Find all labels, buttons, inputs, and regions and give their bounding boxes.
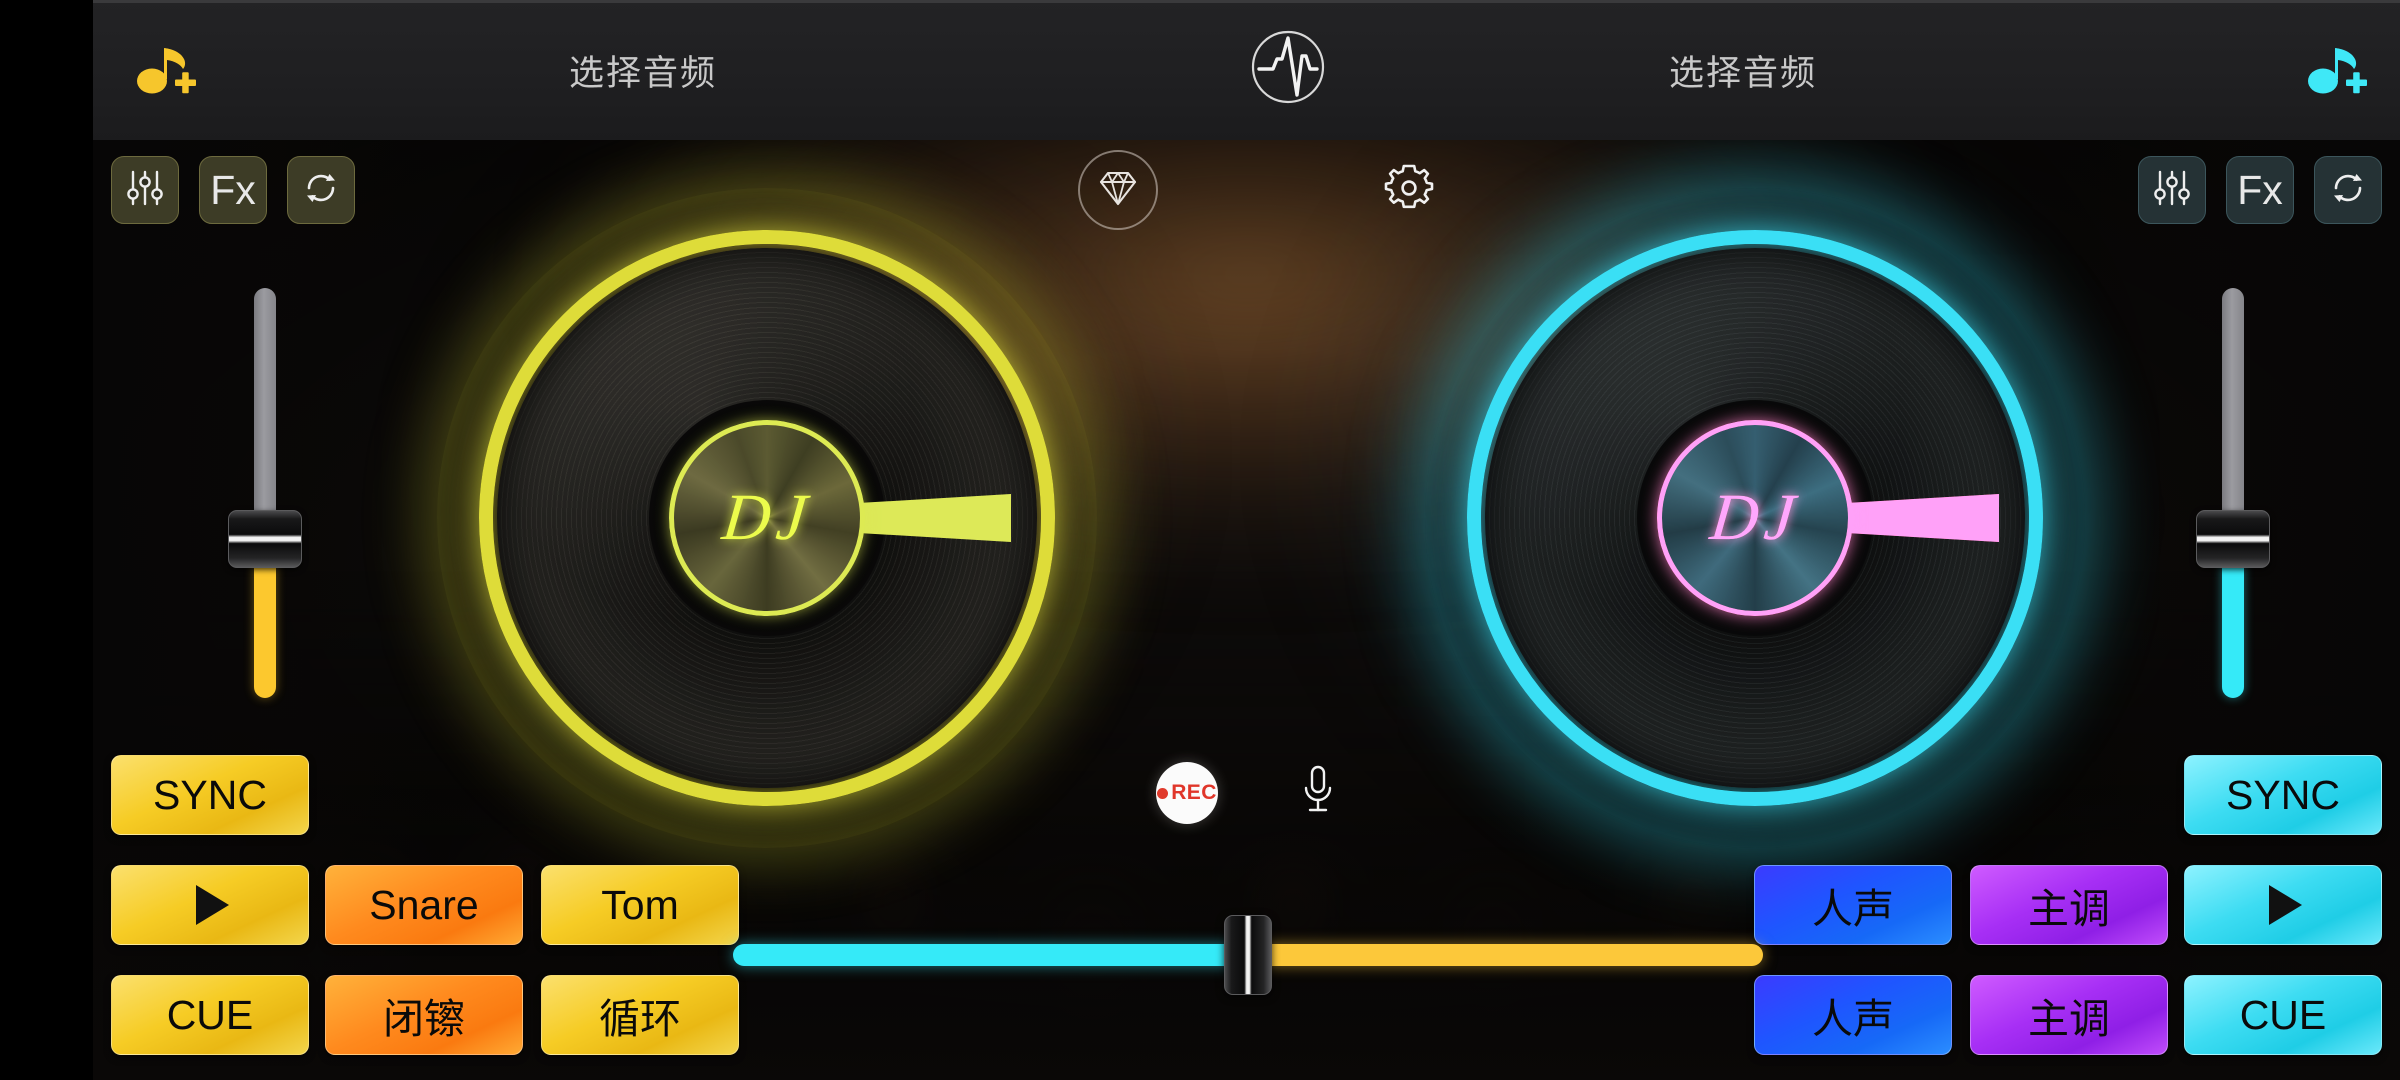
play-button-left[interactable] — [111, 865, 309, 945]
settings-button[interactable] — [1371, 152, 1447, 228]
key-pad-2[interactable]: 主调 — [1970, 975, 2168, 1055]
equalizer-sliders-icon — [124, 167, 166, 214]
toolbar-right: Fx — [2138, 156, 2382, 224]
vocal-pad-2[interactable]: 人声 — [1754, 975, 1952, 1055]
microphone-button[interactable] — [1288, 760, 1348, 826]
fader-handle[interactable] — [2196, 510, 2270, 568]
waveform-button[interactable] — [1244, 25, 1332, 113]
dj-mixer-app: 选择音频 选择音频 Fx Fx DJ DJ SYNC CUE Snare 闭镲 … — [0, 0, 2400, 1080]
eq-button-right[interactable] — [2138, 156, 2206, 224]
crossfader-track-left — [733, 944, 1248, 966]
vinyl-hub: DJ — [669, 420, 865, 616]
record-label: REC — [1171, 781, 1217, 804]
vinyl-hub-label: DJ — [718, 481, 816, 554]
record-button[interactable]: REC — [1156, 762, 1218, 824]
crossfader[interactable] — [733, 915, 1763, 995]
fx-label: Fx — [2237, 166, 2283, 213]
vinyl-hub: DJ — [1657, 420, 1853, 616]
equalizer-sliders-icon — [2151, 167, 2193, 214]
vinyl-record: DJ — [497, 248, 1037, 788]
gem-button[interactable] — [1078, 150, 1158, 230]
crossfader-handle[interactable] — [1224, 915, 1272, 995]
waveform-pulse-icon — [1244, 23, 1332, 116]
sync-button-left[interactable]: SYNC — [111, 755, 309, 835]
play-triangle-icon — [2269, 885, 2302, 925]
eq-button-left[interactable] — [111, 156, 179, 224]
diamond-gem-icon — [1095, 165, 1141, 216]
play-button-right[interactable] — [2184, 865, 2382, 945]
vocal-pad-1[interactable]: 人声 — [1754, 865, 1952, 945]
toolbar-left: Fx — [111, 156, 355, 224]
add-track-left-button[interactable] — [123, 28, 207, 112]
gear-settings-icon — [1379, 158, 1439, 223]
music-note-plus-icon — [2300, 32, 2372, 109]
app-stage: 选择音频 选择音频 Fx Fx DJ DJ SYNC CUE Snare 闭镲 … — [93, 0, 2400, 1080]
track-title-left[interactable]: 选择音频 — [473, 0, 813, 140]
fx-button-left[interactable]: Fx — [199, 156, 267, 224]
microphone-icon — [1295, 763, 1341, 824]
record-dot-icon — [1157, 787, 1169, 799]
top-bar: 选择音频 选择音频 — [93, 0, 2400, 140]
play-triangle-icon — [196, 885, 229, 925]
turntable-left[interactable]: DJ — [479, 230, 1055, 806]
add-track-right-button[interactable] — [2294, 28, 2378, 112]
loop-refresh-icon — [2327, 167, 2369, 214]
turntable-right[interactable]: DJ — [1467, 230, 2043, 806]
key-pad-1[interactable]: 主调 — [1970, 865, 2168, 945]
sync-button-right[interactable]: SYNC — [2184, 755, 2382, 835]
track-title-right[interactable]: 选择音频 — [1573, 0, 1913, 140]
fader-track-upper — [2222, 288, 2244, 538]
vinyl-hub-label: DJ — [1706, 481, 1804, 554]
fx-label: Fx — [210, 166, 256, 213]
loop-button-left[interactable] — [287, 156, 355, 224]
device-bezel-left — [0, 0, 93, 1080]
cue-button-left[interactable]: CUE — [111, 975, 309, 1055]
fx-button-right[interactable]: Fx — [2226, 156, 2294, 224]
fader-track-upper — [254, 288, 276, 538]
cue-button-right[interactable]: CUE — [2184, 975, 2382, 1055]
volume-fader-left[interactable] — [228, 288, 302, 698]
tom-pad[interactable]: Tom — [541, 865, 739, 945]
closed-hihat-pad[interactable]: 闭镲 — [325, 975, 523, 1055]
fader-handle[interactable] — [228, 510, 302, 568]
volume-fader-right[interactable] — [2196, 288, 2270, 698]
loop-refresh-icon — [300, 167, 342, 214]
snare-pad[interactable]: Snare — [325, 865, 523, 945]
vinyl-record: DJ — [1485, 248, 2025, 788]
crossfader-track-right — [1248, 944, 1763, 966]
music-note-plus-icon — [129, 32, 201, 109]
loop-pad[interactable]: 循环 — [541, 975, 739, 1055]
loop-button-right[interactable] — [2314, 156, 2382, 224]
